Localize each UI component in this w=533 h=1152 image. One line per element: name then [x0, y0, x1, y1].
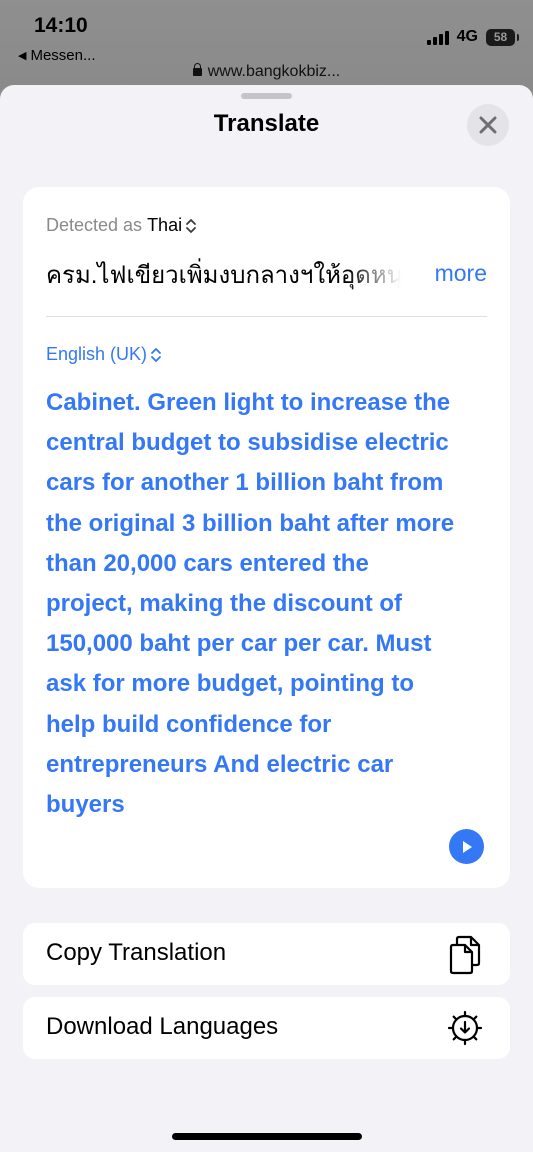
translation-text: Cabinet. Green light to increase the cen… [46, 389, 455, 819]
source-text: ครม.ไฟเขียวเพิ่มงบกลางฯให้อุดหนุนรถยนต์ไ… [46, 262, 401, 289]
url-text: www.bangkokbiz... [207, 63, 341, 80]
copy-documents-icon [444, 933, 486, 975]
status-bar: 14:10 ◀ Messen... 4G 58 www.bangkokbiz..… [0, 0, 533, 90]
play-button[interactable] [449, 829, 484, 864]
back-app-label: Messen... [30, 47, 96, 64]
sheet-grabber[interactable] [241, 93, 292, 99]
battery-icon: 58 [486, 28, 519, 46]
status-indicators: 4G 58 [426, 28, 519, 46]
detected-language-selector[interactable]: Detected as Thai [46, 215, 197, 236]
close-icon [479, 116, 497, 134]
chevron-up-down-icon [150, 346, 162, 364]
divider [46, 316, 487, 317]
gear-download-icon [444, 1007, 486, 1049]
cellular-signal-icon [426, 30, 449, 45]
network-type: 4G [456, 28, 478, 45]
back-arrow-icon: ◀ [18, 50, 27, 62]
copy-translation-label: Copy Translation [46, 939, 227, 966]
detected-prefix: Detected as [46, 215, 143, 235]
status-time: 14:10 [34, 14, 88, 37]
download-languages-button[interactable]: Download Languages [23, 997, 510, 1059]
copy-translation-button[interactable]: Copy Translation [23, 923, 510, 985]
download-languages-label: Download Languages [46, 1013, 279, 1040]
translation-card: Detected as Thai ครม.ไฟเขียวเพิ่มงบกลางฯ… [23, 187, 510, 888]
translate-sheet: Translate Detected as Thai ครม.ไฟเขียวเพ… [0, 85, 533, 1152]
battery-level: 58 [493, 30, 508, 44]
home-indicator[interactable] [172, 1133, 362, 1140]
url-bar[interactable]: www.bangkokbiz... [0, 63, 533, 81]
chevron-up-down-icon [185, 217, 197, 235]
play-icon [462, 840, 472, 853]
lock-icon [192, 63, 202, 76]
close-button[interactable] [467, 104, 509, 146]
more-link[interactable]: more [435, 260, 487, 287]
back-to-app-button[interactable]: ◀ Messen... [18, 47, 96, 64]
target-language-selector[interactable]: English (UK) [46, 344, 162, 365]
sheet-title: Translate [213, 110, 320, 137]
detected-language: Thai [147, 215, 183, 235]
target-language: English (UK) [46, 344, 148, 364]
